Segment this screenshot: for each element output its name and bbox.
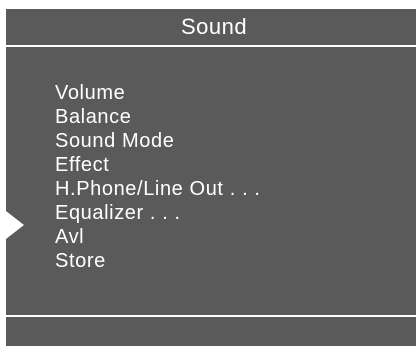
menu-item-sound-mode[interactable]: Sound Mode [55,129,261,153]
selection-pointer-icon [6,211,24,239]
menu-item-balance[interactable]: Balance [55,105,261,129]
menu-item-store[interactable]: Store [55,249,261,273]
menu-footer [6,315,416,346]
menu-item-headphone-line-out[interactable]: H.Phone/Line Out . . . [55,177,261,201]
sound-menu-panel: Sound Volume Balance Sound Mode Effect H… [6,9,416,346]
menu-item-volume[interactable]: Volume [55,81,261,105]
menu-header: Sound [6,9,416,47]
menu-title: Sound [180,14,248,39]
sound-menu-list: Volume Balance Sound Mode Effect H.Phone… [55,81,261,273]
menu-item-avl[interactable]: Avl [55,225,261,249]
menu-item-equalizer[interactable]: Equalizer . . . [55,201,261,225]
menu-item-effect[interactable]: Effect [55,153,261,177]
